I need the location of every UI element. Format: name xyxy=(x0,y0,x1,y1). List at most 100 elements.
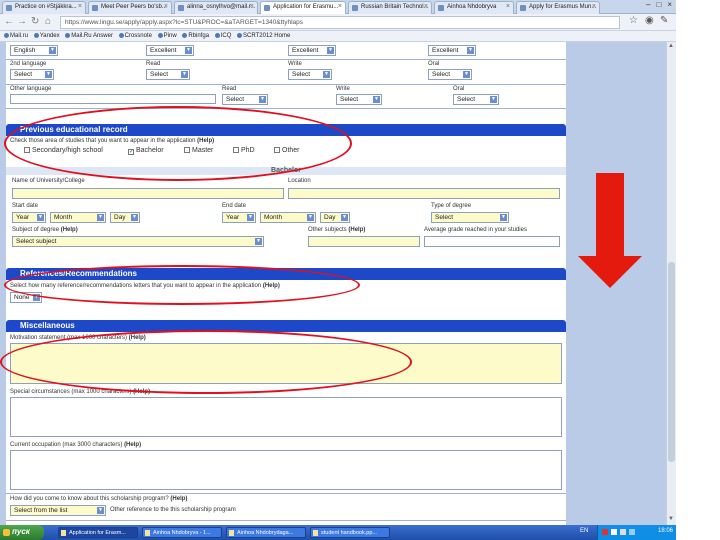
select-value: Select xyxy=(340,96,359,103)
start-button[interactable]: пуск xyxy=(0,525,44,540)
bookmark-icon xyxy=(214,33,220,38)
bookmark-item[interactable]: ICQ xyxy=(214,33,232,40)
close-icon[interactable]: × xyxy=(338,3,342,10)
forward-icon[interactable]: → xyxy=(17,16,27,27)
taskbar-item[interactable]: Ainhoa Nhdobryva - 1... xyxy=(142,527,222,538)
average-grade-input[interactable] xyxy=(424,236,560,247)
read-level-select[interactable]: Excellent ▼ xyxy=(146,45,194,56)
browser-tab[interactable]: Practice on #Stjäkkra... × xyxy=(2,1,86,14)
wrench-icon[interactable]: ✎ xyxy=(660,15,668,26)
oral-level-select[interactable]: Excellent ▼ xyxy=(428,45,476,56)
select-value: Select xyxy=(150,71,169,78)
other-oral-select[interactable]: Select ▼ xyxy=(453,94,499,105)
minimize-icon[interactable]: – xyxy=(646,0,650,9)
help-link[interactable]: (Help) xyxy=(61,227,78,233)
address-bar[interactable]: https://www.lingu.se/apply/apply.aspx?lc… xyxy=(60,16,620,29)
scrollbar-thumb[interactable] xyxy=(668,262,675,462)
screen: Practice on #Stjäkkra... × Meet Peer Peer… xyxy=(0,0,720,540)
bookmark-label: Mail.ru xyxy=(10,33,29,40)
start-day-select[interactable]: Day ▼ xyxy=(110,212,140,223)
start-month-select[interactable]: Month ▼ xyxy=(50,212,106,223)
close-icon[interactable]: × xyxy=(424,3,428,10)
antivirus-icon[interactable] xyxy=(602,529,608,535)
bookmark-icon xyxy=(118,33,124,38)
bookmark-item[interactable]: Mail.Ru Answer xyxy=(65,33,113,39)
other-subjects-input[interactable] xyxy=(308,236,420,247)
write-level-select[interactable]: Excellent ▼ xyxy=(288,45,336,56)
taskbar-item[interactable]: Ainhoa Nhdobrydaga... xyxy=(226,527,306,538)
second-language-select[interactable]: Select ▼ xyxy=(10,69,54,80)
second-oral-select[interactable]: Select ▼ xyxy=(428,69,472,80)
bookmark-icon xyxy=(33,33,39,38)
taskbar-item[interactable]: student handbook.pp... xyxy=(310,527,390,538)
help-link[interactable]: (Help) xyxy=(170,496,187,502)
close-icon[interactable]: × xyxy=(250,3,254,10)
language-indicator[interactable]: EN xyxy=(580,528,588,534)
end-year-select[interactable]: Year ▼ xyxy=(222,212,256,223)
other-language-input[interactable] xyxy=(10,94,216,104)
second-write-select[interactable]: Select ▼ xyxy=(288,69,332,80)
bookmark-item[interactable]: Rbinfga xyxy=(182,33,209,39)
network-icon[interactable] xyxy=(611,529,617,535)
vertical-scrollbar[interactable]: ▲ ▼ xyxy=(666,42,676,525)
bookmark-item[interactable]: Pinw xyxy=(157,33,177,39)
chevron-down-icon: ▼ xyxy=(463,71,470,78)
current-occupation-textarea[interactable] xyxy=(10,450,562,490)
start-year-select[interactable]: Year ▼ xyxy=(12,212,46,223)
label-text: Other subjects xyxy=(308,227,347,233)
degree-type-select[interactable]: Select ▼ xyxy=(431,212,509,223)
bookmark-item[interactable]: SCRT2012 Home xyxy=(237,33,290,39)
close-icon[interactable]: × xyxy=(592,3,596,10)
location-input[interactable] xyxy=(288,188,560,199)
star-icon[interactable]: ☆ xyxy=(629,15,638,26)
second-read-select[interactable]: Select ▼ xyxy=(146,69,190,80)
task-label: Ainhoa Nhdobryva - 1... xyxy=(153,530,211,536)
browser-tab[interactable]: alinna_osnylhvo@mail.r... × xyxy=(174,1,258,14)
taskbar-item[interactable]: Application for Erasm... xyxy=(58,527,138,538)
reload-icon[interactable]: ↻ xyxy=(31,16,39,27)
university-name-input[interactable] xyxy=(12,188,284,199)
special-circumstances-textarea[interactable] xyxy=(10,397,562,437)
browser-tab[interactable]: Ainhoa Nhdobryva × xyxy=(434,1,514,14)
end-month-select[interactable]: Month ▼ xyxy=(260,212,316,223)
scroll-up-icon[interactable]: ▲ xyxy=(668,43,674,49)
chevron-down-icon: ▼ xyxy=(259,96,266,103)
close-window-icon[interactable]: × xyxy=(667,0,672,9)
bookmark-item[interactable]: Yandex xyxy=(33,33,60,39)
browser-tab[interactable]: Russian Britain Technol... × xyxy=(348,1,432,14)
bookmark-label: ICQ xyxy=(220,33,232,40)
volume-icon[interactable] xyxy=(620,529,626,535)
bookmark-item[interactable]: Mail.ru xyxy=(4,33,28,39)
other-read-select[interactable]: Select ▼ xyxy=(222,94,268,105)
windows-logo-icon xyxy=(3,529,10,536)
close-icon[interactable]: × xyxy=(78,3,82,10)
back-icon[interactable]: ← xyxy=(4,16,14,27)
annotation-ellipse xyxy=(4,265,360,305)
tab-bar: Practice on #Stjäkkra... × Meet Peer Peer… xyxy=(0,0,676,14)
tab-favicon-icon xyxy=(352,5,358,11)
other-write-select[interactable]: Select ▼ xyxy=(336,94,382,105)
help-link[interactable]: (Help) xyxy=(124,442,141,448)
maximize-icon[interactable]: □ xyxy=(656,0,661,9)
location-label: Location xyxy=(288,178,311,184)
scroll-down-icon[interactable]: ▼ xyxy=(668,516,674,522)
browser-tab-active[interactable]: Application for Erasmu... × xyxy=(260,1,346,14)
how-know-select[interactable]: Select from the list ▼ xyxy=(10,505,106,516)
oral-label: Oral xyxy=(428,61,440,67)
home-icon[interactable]: ⌂ xyxy=(45,16,51,27)
help-link[interactable]: (Help) xyxy=(348,227,365,233)
tray-icon[interactable] xyxy=(629,529,635,535)
chevron-down-icon: ▼ xyxy=(247,214,254,221)
close-icon[interactable]: × xyxy=(164,3,168,10)
close-icon[interactable]: × xyxy=(506,3,510,10)
how-know-label: How did you come to know about this scho… xyxy=(10,496,187,502)
taskbar: пуск Application for Erasm... Ainhoa Nhd… xyxy=(0,525,676,540)
tab-label: Practice on #Stjäkkra... xyxy=(15,4,77,10)
subject-select[interactable]: Select subject ▼ xyxy=(12,236,264,247)
language-select[interactable]: English ▼ xyxy=(10,45,58,56)
bookmark-item[interactable]: Crossnote xyxy=(118,33,152,39)
end-day-select[interactable]: Day ▼ xyxy=(320,212,350,223)
extension-icon[interactable]: ◉ xyxy=(645,15,654,26)
browser-tab[interactable]: Apply for Erasmus Mun... × xyxy=(516,1,600,14)
browser-tab[interactable]: Meet Peer Peers bo'sb... × xyxy=(88,1,172,14)
